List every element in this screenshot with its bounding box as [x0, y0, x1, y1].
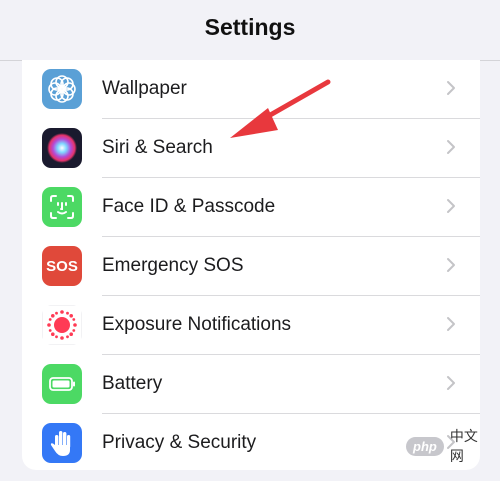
row-label: Face ID & Passcode — [102, 196, 276, 217]
face-id-icon — [42, 187, 82, 227]
chevron-right-icon — [447, 376, 455, 390]
red-arrow-icon — [230, 79, 331, 138]
watermark-text: 中文网 — [449, 428, 478, 464]
page-title: Settings — [204, 14, 296, 40]
chevron-right-icon — [447, 81, 455, 95]
battery-icon — [42, 364, 82, 404]
settings-row-battery[interactable]: Battery — [22, 355, 480, 414]
row-label: Emergency SOS — [102, 255, 244, 276]
settings-row-exposure-notifications[interactable]: Exposure Notifications — [22, 296, 480, 355]
chevron-right-icon — [447, 140, 455, 154]
hand-icon — [42, 423, 82, 463]
siri-icon — [42, 128, 82, 168]
watermark: php 中文网 — [406, 428, 486, 464]
exposure-notifications-icon — [42, 305, 82, 345]
settings-row-emergency-sos[interactable]: SOS Emergency SOS — [22, 237, 480, 296]
watermark-badge: php — [406, 436, 444, 456]
chevron-right-icon — [447, 317, 455, 331]
navigation-bar: Settings — [0, 0, 500, 61]
wallpaper-icon — [42, 69, 82, 109]
sos-icon: SOS — [42, 246, 82, 286]
row-label: Battery — [102, 373, 163, 394]
chevron-right-icon — [447, 258, 455, 272]
chevron-right-icon — [447, 199, 455, 213]
row-label: Wallpaper — [102, 78, 187, 99]
sos-icon-text: SOS — [46, 257, 78, 275]
row-label: Privacy & Security — [102, 432, 257, 453]
row-label: Exposure Notifications — [102, 314, 292, 335]
row-label: Siri & Search — [102, 137, 213, 158]
settings-row-face-id[interactable]: Face ID & Passcode — [22, 178, 480, 237]
